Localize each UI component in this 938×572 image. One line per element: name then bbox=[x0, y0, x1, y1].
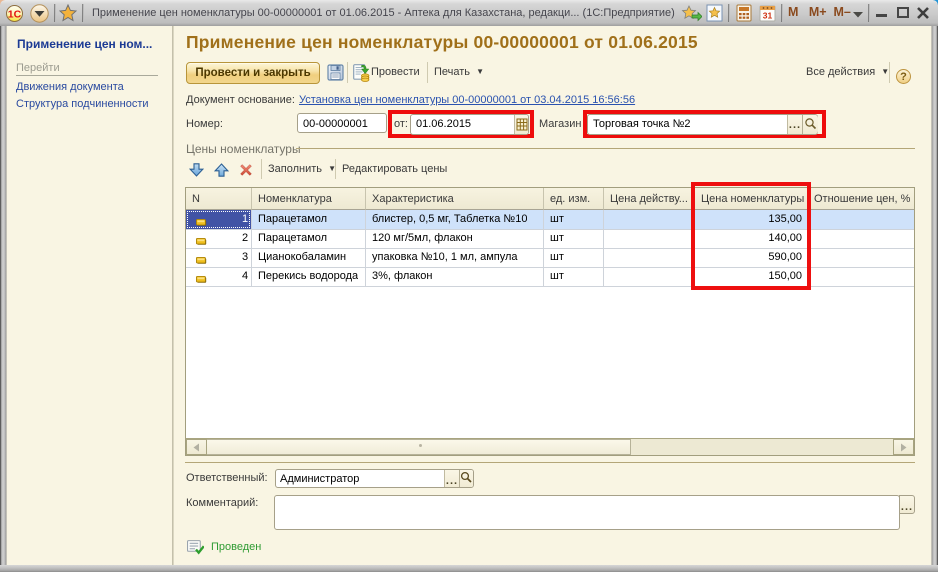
svg-text:1C: 1C bbox=[8, 9, 22, 21]
svg-text:31: 31 bbox=[763, 11, 773, 21]
